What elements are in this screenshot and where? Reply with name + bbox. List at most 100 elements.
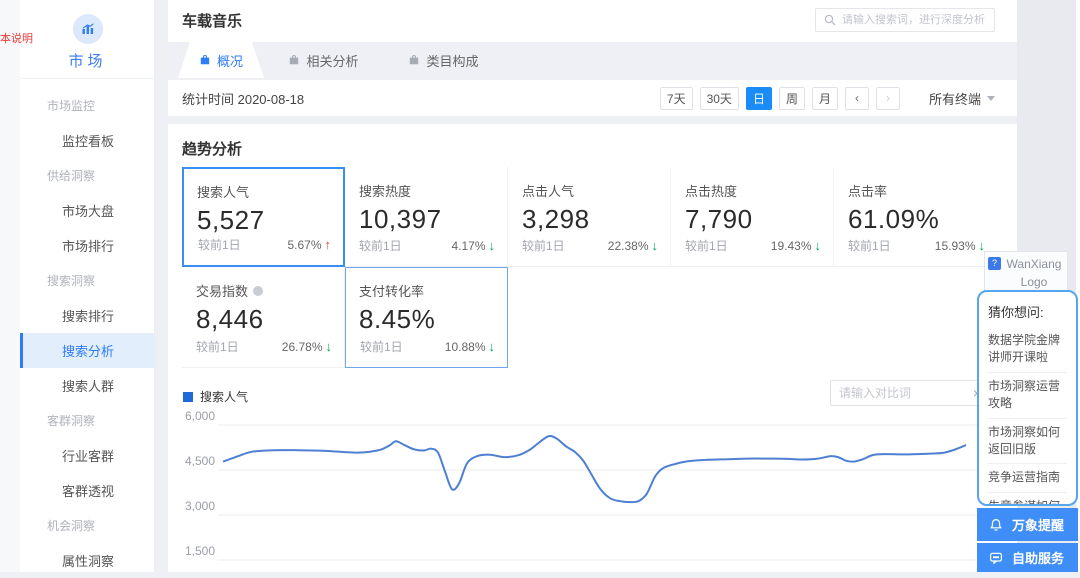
sidebar-item-industry-customer[interactable]: 行业客群 <box>20 438 155 473</box>
bag-icon <box>199 54 211 66</box>
y-tick-label: 4,500 <box>185 454 215 468</box>
market-chart-icon <box>73 14 103 44</box>
metric-card-search-popularity[interactable]: 搜索人气 5,527 较前1日5.67%↑ <box>182 167 345 267</box>
trend-arrow-icon: ↓ <box>652 238 659 253</box>
compare-label: 较前1日 <box>196 338 282 355</box>
trend-arrow-icon: ↓ <box>815 238 822 253</box>
y-tick-label: 3,000 <box>185 499 215 513</box>
sidebar-section-customer-insight: 客群洞察 <box>20 403 155 438</box>
sidebar-item-customer-perspective[interactable]: 客群透视 <box>20 473 155 508</box>
chat-icon <box>989 551 1003 565</box>
metric-value: 8.45% <box>359 304 496 335</box>
metric-label: 搜索热度 <box>359 181 411 200</box>
question-link[interactable]: 市场洞察如何返回旧版 <box>988 419 1067 465</box>
guess-questions-panel: 猜你想问: 数据学院金牌讲师开课啦 市场洞察运营攻略 市场洞察如何返回旧版 竞争… <box>977 290 1078 506</box>
compare-label: 较前1日 <box>359 237 451 254</box>
next-period-button[interactable]: › <box>876 87 900 110</box>
range-button-7d[interactable]: 7天 <box>660 87 693 110</box>
chart-legend-search-popularity[interactable]: 搜索人气 <box>183 388 248 405</box>
stats-toolbar-card: 统计时间 2020-08-18 7天 30天 日 周 月 ‹ › 所有终端 <box>168 80 1017 116</box>
y-tick-label: 6,000 <box>185 409 215 423</box>
sidebar-item-search-analysis[interactable]: 搜索分析 <box>20 333 155 368</box>
tab-category-composition[interactable]: 类目构成 <box>396 42 491 78</box>
question-link[interactable]: 数据学院金牌讲师开课啦 <box>988 327 1067 373</box>
sidebar-divider <box>20 78 155 79</box>
metric-label: 交易指数 <box>196 281 248 300</box>
question-link[interactable]: 市场洞察运营攻略 <box>988 373 1067 419</box>
question-link[interactable]: 生意参谋如何修改或增加市场洞察类目？ <box>988 493 1067 506</box>
range-button-week[interactable]: 周 <box>779 87 805 110</box>
terminal-selector[interactable]: 所有终端 <box>929 89 995 108</box>
date-range-toolbar: 7天 30天 日 周 月 ‹ › 所有终端 <box>660 80 995 116</box>
header-card: 车载音乐 概况 相关分析 类目构成 <box>168 0 1017 78</box>
search-icon <box>824 14 836 26</box>
change-value: 22.38% <box>608 239 649 253</box>
change-value: 15.93% <box>935 239 976 253</box>
sidebar-item-search-crowd[interactable]: 搜索人群 <box>20 368 155 403</box>
legend-label: 搜索人气 <box>200 388 248 405</box>
trend-title: 趋势分析 <box>182 138 242 159</box>
broken-image-icon: ? <box>988 257 1001 270</box>
sidebar-item-search-ranking[interactable]: 搜索排行 <box>20 298 155 333</box>
metric-value: 61.09% <box>848 204 985 235</box>
info-icon[interactable] <box>253 286 263 296</box>
metric-card-click-popularity[interactable]: 点击人气 3,298 较前1日22.38%↓ <box>508 167 671 267</box>
metric-label: 点击人气 <box>522 181 574 200</box>
metric-card-click-rate[interactable]: 点击率 61.09% 较前1日15.93%↓ <box>834 167 997 267</box>
tab-label: 相关分析 <box>306 51 358 70</box>
sidebar-section-search-insight: 搜索洞察 <box>20 263 155 298</box>
panel-title: 猜你想问: <box>988 302 1067 321</box>
bell-icon <box>989 518 1003 532</box>
self-service-button[interactable]: 自助服务 <box>977 543 1078 572</box>
bag-icon <box>288 54 300 66</box>
wanxiang-reminder-button[interactable]: 万象提醒 <box>977 508 1078 541</box>
tab-overview[interactable]: 概况 <box>178 42 264 78</box>
stat-time-label: 统计时间 2020-08-18 <box>182 80 304 116</box>
prev-period-button[interactable]: ‹ <box>845 87 869 110</box>
sidebar-item-attribute-insight[interactable]: 属性洞察 <box>20 543 155 578</box>
sidebar-item-market-overview[interactable]: 市场大盘 <box>20 193 155 228</box>
legend-swatch <box>183 392 193 402</box>
trend-analysis-card: 趋势分析 搜索人气 5,527 较前1日5.67%↑ 搜索热度 10,397 较… <box>168 124 1017 572</box>
sidebar-logo[interactable]: 市场 <box>20 14 155 71</box>
metric-card-click-heat[interactable]: 点击热度 7,790 较前1日19.43%↓ <box>671 167 834 267</box>
metric-label: 支付转化率 <box>359 281 424 300</box>
chevron-down-icon <box>987 96 995 101</box>
sidebar-item-market-ranking[interactable]: 市场排行 <box>20 228 155 263</box>
compare-label: 较前1日 <box>848 237 935 254</box>
metric-label: 点击热度 <box>685 181 737 200</box>
terminal-label: 所有终端 <box>929 89 981 108</box>
y-tick-label: 1,500 <box>185 544 215 558</box>
tab-strip: 概况 相关分析 类目构成 <box>168 42 1017 78</box>
trend-chart-svg <box>218 415 995 572</box>
trend-arrow-icon: ↓ <box>489 339 496 354</box>
range-button-30d[interactable]: 30天 <box>700 87 739 110</box>
compare-label: 较前1日 <box>360 338 445 355</box>
sidebar-item-monitor-board[interactable]: 监控看板 <box>20 123 155 158</box>
metric-card-search-heat[interactable]: 搜索热度 10,397 较前1日4.17%↓ <box>345 167 508 267</box>
change-value: 4.17% <box>451 239 485 253</box>
trend-arrow-icon: ↓ <box>326 339 333 354</box>
metric-value: 5,527 <box>197 205 332 236</box>
change-value: 26.78% <box>282 340 323 354</box>
button-label: 自助服务 <box>1012 548 1064 567</box>
change-value: 5.67% <box>287 238 321 252</box>
metric-label: 搜索人气 <box>197 182 249 201</box>
range-button-month[interactable]: 月 <box>812 87 838 110</box>
metric-card-transaction-index[interactable]: 交易指数 8,446 较前1日26.78%↓ <box>182 267 345 368</box>
metric-value: 3,298 <box>522 204 658 235</box>
keyword-search-box[interactable] <box>815 8 995 32</box>
button-label: 万象提醒 <box>1012 515 1064 534</box>
compare-label: 较前1日 <box>522 237 608 254</box>
compare-word-box[interactable]: × <box>830 380 990 406</box>
trend-arrow-icon: ↓ <box>489 238 496 253</box>
metric-card-payment-conversion[interactable]: 支付转化率 8.45% 较前1日10.88%↓ <box>345 267 508 368</box>
search-input[interactable] <box>842 14 986 26</box>
sidebar-logo-label: 市场 <box>20 50 155 71</box>
sidebar-menu: 市场监控 监控看板 供给洞察 市场大盘 市场排行 搜索洞察 搜索排行 搜索分析 … <box>20 88 155 578</box>
tab-label: 类目构成 <box>426 51 478 70</box>
tab-related-analysis[interactable]: 相关分析 <box>276 42 371 78</box>
range-button-day[interactable]: 日 <box>746 87 772 110</box>
question-link[interactable]: 竞争运营指南 <box>988 464 1067 492</box>
compare-word-input[interactable] <box>839 386 973 400</box>
